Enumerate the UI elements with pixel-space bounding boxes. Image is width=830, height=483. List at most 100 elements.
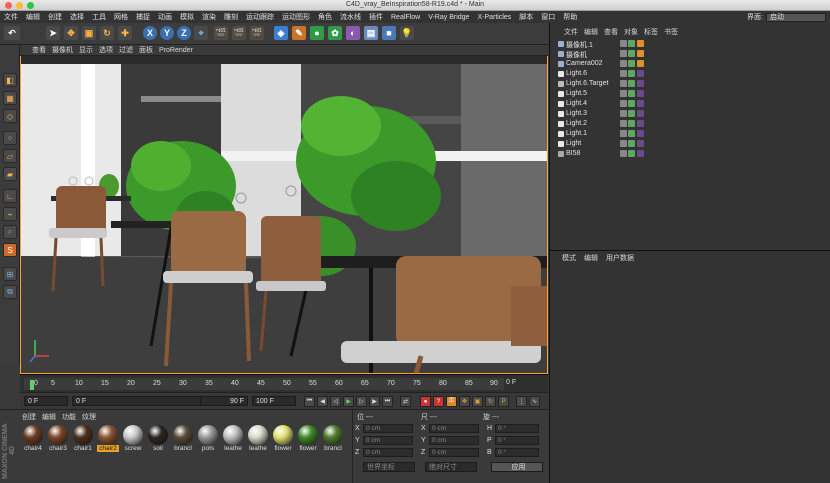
object-row[interactable]: Light.3 [550,109,830,119]
visibility-toggle-icon[interactable] [620,130,627,137]
viewport-menu-cameras[interactable]: 摄像机 [52,45,73,55]
object-menu-view[interactable]: 查看 [604,27,618,37]
object-menu-tags[interactable]: 标签 [644,27,658,37]
object-tag-icon[interactable] [637,120,644,127]
pen-spline-icon[interactable]: ✎ [292,26,306,40]
position-y-field[interactable]: 0 cm [363,436,413,445]
object-tag-icon[interactable] [637,130,644,137]
viewport-menu-filter[interactable]: 过滤 [119,45,133,55]
edges-mode-icon[interactable]: ▱ [3,149,17,163]
start-frame-field[interactable]: 0 F [24,396,68,406]
object-row[interactable]: 摄像机 [550,49,830,59]
visibility-toggle-icon[interactable] [620,120,627,127]
object-row[interactable]: 摄像机.1 [550,39,830,49]
scale-icon[interactable]: ▣ [82,26,96,40]
keyframe-selection-icon[interactable]: ⚿ [446,396,457,407]
enable-check-icon[interactable] [628,70,635,77]
object-tag-icon[interactable] [637,60,644,67]
position-key-icon[interactable]: ✥ [459,396,470,407]
tweak-icon[interactable]: ⌁ [3,207,17,221]
material-swatch[interactable]: chair2 [97,425,119,455]
step-forward-icon[interactable]: ▷ [356,396,367,407]
object-tag-icon[interactable] [637,140,644,147]
enable-check-icon[interactable] [628,120,635,127]
menu-sculpt[interactable]: 雕刻 [224,12,238,22]
visibility-toggle-icon[interactable] [620,90,627,97]
menu-edit[interactable]: 编辑 [26,12,40,22]
visibility-toggle-icon[interactable] [620,100,627,107]
material-swatch[interactable]: leathe [222,425,244,455]
size-y-field[interactable]: 0 cm [429,436,479,445]
recent-tools-icon[interactable]: ✚ [118,26,132,40]
select-arrow-icon[interactable]: ➤ [46,26,60,40]
enable-check-icon[interactable] [628,150,635,157]
apply-button[interactable]: 应用 [491,462,543,472]
render-settings-icon[interactable]: 🎬 [250,26,264,40]
menu-x-particles[interactable]: X-Particles [477,14,511,21]
object-row[interactable]: Camera002 [550,59,830,69]
viewport-menu-view[interactable]: 查看 [32,45,46,55]
play-icon[interactable]: ▶ [343,396,354,407]
visibility-toggle-icon[interactable] [620,40,627,47]
object-tag-icon[interactable] [637,90,644,97]
material-swatch[interactable]: screw [122,425,144,455]
x-axis-button[interactable]: X [143,26,157,40]
menu-file[interactable]: 文件 [4,12,18,22]
menu-select[interactable]: 选择 [70,12,84,22]
cloner-icon[interactable]: ✿ [328,26,342,40]
object-tag-icon[interactable] [637,80,644,87]
object-tag-icon[interactable] [637,150,644,157]
menu-animate[interactable]: 动画 [158,12,172,22]
menu-snap[interactable]: 捕捉 [136,12,150,22]
layout-dropdown[interactable]: 启动 [766,12,826,22]
size-mode-dropdown[interactable]: 绝对尺寸 [425,462,477,472]
move-icon[interactable]: ✥ [64,26,78,40]
visibility-toggle-icon[interactable] [620,50,627,57]
material-swatch[interactable]: leathe [247,425,269,455]
autokey-icon[interactable]: ? [433,396,444,407]
step-back-icon[interactable]: ◁ [330,396,341,407]
fcurve-icon[interactable]: ∿ [529,396,540,407]
position-z-field[interactable]: 0 cm [363,448,413,457]
rotation-b-field[interactable]: 0 ° [495,448,539,457]
rotation-h-field[interactable]: 0 ° [495,424,539,433]
timeline-ruler[interactable]: 0 5 10 15 20 25 30 35 40 45 50 55 60 65 … [24,378,504,390]
y-axis-button[interactable]: Y [160,26,174,40]
viewport-menu-display[interactable]: 显示 [79,45,93,55]
rotation-key-icon[interactable]: ↻ [485,396,496,407]
material-swatch[interactable]: chair4 [22,425,44,455]
scale-key-icon[interactable]: ▣ [472,396,483,407]
render-picture-viewer-icon[interactable]: 🎬 [232,26,246,40]
layers-icon[interactable]: ⧉ [3,285,17,299]
enable-check-icon[interactable] [628,130,635,137]
material-swatch[interactable]: chair1 [72,425,94,455]
floor-icon[interactable]: ▤ [364,26,378,40]
attribute-menu-mode[interactable]: 模式 [562,253,576,263]
menu-help[interactable]: 帮助 [563,12,577,22]
workplane-icon[interactable]: ◇ [3,109,17,123]
object-menu-object[interactable]: 对象 [624,27,638,37]
menu-motion-tracking[interactable]: 运动跟踪 [246,12,274,22]
viewport-menu-panel[interactable]: 面板 [139,45,153,55]
axis-mode-icon[interactable]: ∟ [3,189,17,203]
viewport-menu-prorender[interactable]: ProRender [159,47,193,54]
enable-check-icon[interactable] [628,80,635,87]
menu-mesh[interactable]: 网格 [114,12,128,22]
camera-icon[interactable]: ■ [382,26,396,40]
object-row[interactable]: Light.6.Target [550,79,830,89]
enable-check-icon[interactable] [628,140,635,147]
position-x-field[interactable]: 0 cm [363,424,413,433]
subdivision-surface-icon[interactable]: ● [310,26,324,40]
attribute-menu-user-data[interactable]: 用户数据 [606,253,634,263]
material-swatch[interactable]: flower [272,425,294,455]
visibility-toggle-icon[interactable] [620,110,627,117]
model-mode-icon[interactable]: ◧ [3,73,17,87]
end-frame-field[interactable]: 100 F [252,396,296,406]
object-row[interactable]: Light.5 [550,89,830,99]
object-row[interactable]: Light [550,139,830,149]
object-row[interactable]: Light.4 [550,99,830,109]
enable-check-icon[interactable] [628,110,635,117]
object-row[interactable]: Light.1 [550,129,830,139]
object-tag-icon[interactable] [637,40,644,47]
menu-window[interactable]: 窗口 [541,12,555,22]
